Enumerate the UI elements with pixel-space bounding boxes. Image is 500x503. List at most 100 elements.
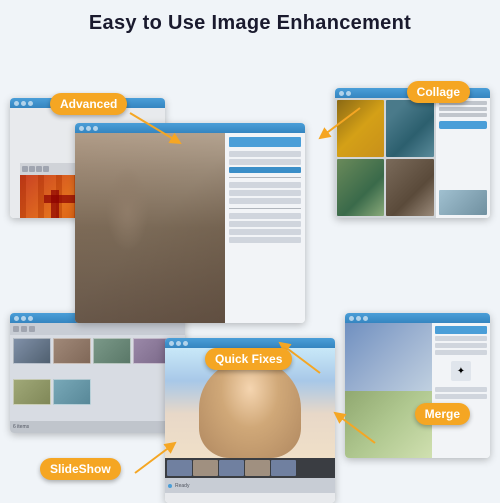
win-dot <box>28 101 33 106</box>
advanced-label: Advanced <box>50 93 127 115</box>
slideshow-body: 6 items <box>10 323 185 433</box>
ss-status: 6 items <box>10 421 185 433</box>
side-thumbnail <box>439 190 487 215</box>
panel-row <box>229 221 302 227</box>
quickfixes-titlebar <box>75 123 305 133</box>
panel-row <box>229 190 302 196</box>
collage-grid <box>335 98 436 218</box>
ss-thumb <box>53 338 91 364</box>
ss-thumb <box>53 379 91 405</box>
win-dot <box>349 316 354 321</box>
win-dot <box>79 126 84 131</box>
panel-row <box>229 159 302 165</box>
merge-window: ✦ <box>345 313 490 458</box>
merge-titlebar <box>345 313 490 323</box>
panel-header <box>229 137 302 147</box>
mp-header <box>435 326 487 334</box>
bt-thumbnail-strip <box>165 458 335 478</box>
collage-cell <box>386 159 433 216</box>
page-title: Easy to Use Image Enhancement <box>0 0 500 43</box>
ss-status-text: 6 items <box>13 424 29 430</box>
mp-row <box>435 336 487 341</box>
collage-window <box>335 88 490 218</box>
win-dot <box>346 91 351 96</box>
bt-status: Ready <box>165 478 335 493</box>
mp-icon: ✦ <box>451 361 471 381</box>
mp-row <box>435 387 487 392</box>
quickfixes-label: Quick Fixes <box>205 348 292 370</box>
mp-row <box>435 394 487 399</box>
win-dot <box>21 101 26 106</box>
win-dot <box>339 91 344 96</box>
side-row <box>439 113 487 117</box>
win-dot <box>28 316 33 321</box>
toolbar-btn <box>22 166 28 172</box>
win-dot <box>93 126 98 131</box>
side-button <box>439 121 487 129</box>
panel-row <box>229 213 302 219</box>
mp-row <box>435 343 487 348</box>
win-dot <box>14 316 19 321</box>
bt-thumb <box>167 460 192 476</box>
center-panel <box>225 133 306 323</box>
panel-row <box>229 229 302 235</box>
bt-thumb <box>245 460 270 476</box>
collage-body <box>335 98 490 218</box>
ss-thumb <box>13 379 51 405</box>
center-photo <box>75 133 225 323</box>
merge-body: ✦ <box>345 323 490 458</box>
baby-body: Ready <box>165 348 335 503</box>
baby-figure <box>199 359 301 458</box>
win-dot <box>169 341 174 346</box>
toolbar-btn <box>21 326 27 332</box>
slideshow-label: SlideShow <box>40 458 121 480</box>
slideshow-window: 6 items <box>10 313 185 433</box>
win-dot <box>363 316 368 321</box>
panel-row <box>229 151 302 157</box>
bt-status-text: Ready <box>175 483 189 489</box>
collage-cell <box>386 100 433 157</box>
win-dot <box>14 101 19 106</box>
collage-side-panel <box>436 98 490 218</box>
collage-cell <box>337 159 384 216</box>
panel-divider <box>229 208 302 209</box>
win-dot <box>356 316 361 321</box>
toolbar-btn <box>13 326 19 332</box>
quickfixes-window <box>75 123 305 323</box>
status-dot <box>168 484 172 488</box>
merge-panel: ✦ <box>432 323 490 458</box>
bt-thumb <box>193 460 218 476</box>
toolbar-btn <box>29 166 35 172</box>
merge-top <box>345 323 432 391</box>
panel-row <box>229 237 302 243</box>
win-dot <box>86 126 91 131</box>
ss-thumb <box>93 338 131 364</box>
ss-thumb <box>13 338 51 364</box>
toolbar-btn <box>43 166 49 172</box>
panel-row-active <box>229 167 302 173</box>
merge-label: Merge <box>415 403 470 425</box>
toolbar-btn <box>29 326 35 332</box>
toolbar-btn <box>36 166 42 172</box>
side-row <box>439 107 487 111</box>
ss-thumbnails <box>10 335 185 421</box>
baby-titlebar <box>165 338 335 348</box>
merge-photo <box>345 323 432 458</box>
panel-row <box>229 198 302 204</box>
win-dot <box>183 341 188 346</box>
content-area: 6 items Ready <box>0 43 500 493</box>
ss-toolbar <box>10 323 185 335</box>
win-dot <box>176 341 181 346</box>
merge-bottom <box>345 391 432 459</box>
collage-cell <box>337 100 384 157</box>
collage-label: Collage <box>407 81 470 103</box>
quickfixes-body <box>75 133 305 323</box>
panel-row <box>229 182 302 188</box>
mp-row <box>435 350 487 355</box>
panel-divider <box>229 177 302 178</box>
win-dot <box>21 316 26 321</box>
bt-thumb <box>271 460 296 476</box>
collage-main <box>335 98 436 218</box>
bt-thumb <box>219 460 244 476</box>
photo-sepia <box>75 133 225 323</box>
